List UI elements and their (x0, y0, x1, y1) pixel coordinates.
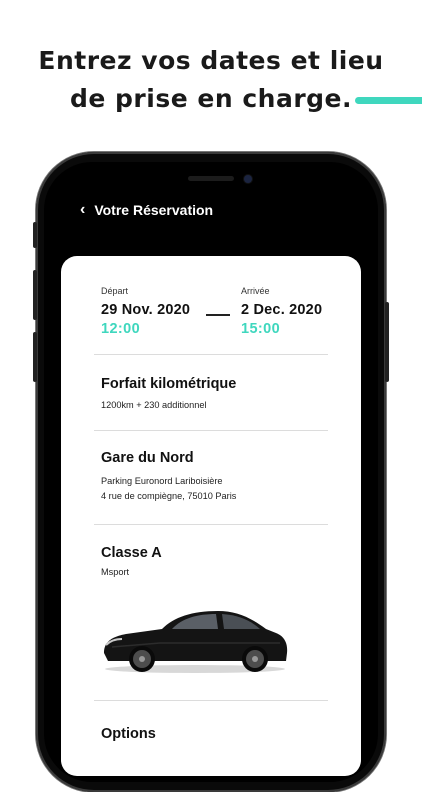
nav-title: Votre Réservation (94, 202, 214, 218)
options-title[interactable]: Options (101, 726, 156, 742)
location-title[interactable]: Gare du Nord (101, 450, 194, 466)
arrival-date: 2 Dec. 2020 (241, 302, 323, 318)
vehicle-title[interactable]: Classe A (101, 545, 162, 561)
date-separator (206, 314, 230, 316)
departure-date: 29 Nov. 2020 (101, 302, 191, 318)
chevron-left-icon[interactable]: ‹ (80, 202, 85, 218)
divider (94, 700, 328, 701)
black-sedan-image (104, 611, 288, 673)
headline: Entrez vos dates et lieu de prise en cha… (0, 42, 422, 118)
phone-silent-switch (33, 222, 37, 248)
arrival-block[interactable]: Arrivée 2 Dec. 2020 15:00 (241, 286, 322, 337)
departure-block[interactable]: Départ 29 Nov. 2020 12:00 (101, 286, 190, 337)
parking-address: 4 rue de compiègne, 75010 Paris (101, 491, 237, 501)
phone-power-button (385, 302, 389, 382)
nav-bar: ‹ Votre Réservation (80, 198, 213, 222)
vehicle-trim: Msport (101, 567, 130, 577)
mileage-detail: 1200km + 230 additionnel (101, 400, 207, 410)
divider (94, 430, 328, 431)
accent-bar (355, 97, 422, 104)
phone-volume-down (33, 332, 37, 382)
departure-time: 12:00 (101, 321, 141, 337)
departure-label: Départ (101, 286, 129, 296)
phone-volume-up (33, 270, 37, 320)
arrival-time: 15:00 (241, 321, 281, 337)
speaker-grille (188, 176, 234, 181)
mileage-title[interactable]: Forfait kilométrique (101, 376, 236, 392)
arrival-label: Arrivée (241, 286, 270, 296)
divider (94, 354, 328, 355)
parking-name: Parking Euronord Lariboisière (101, 476, 223, 486)
headline-line-1: Entrez vos dates et lieu (38, 46, 384, 75)
divider (94, 524, 328, 525)
front-camera (244, 175, 252, 183)
